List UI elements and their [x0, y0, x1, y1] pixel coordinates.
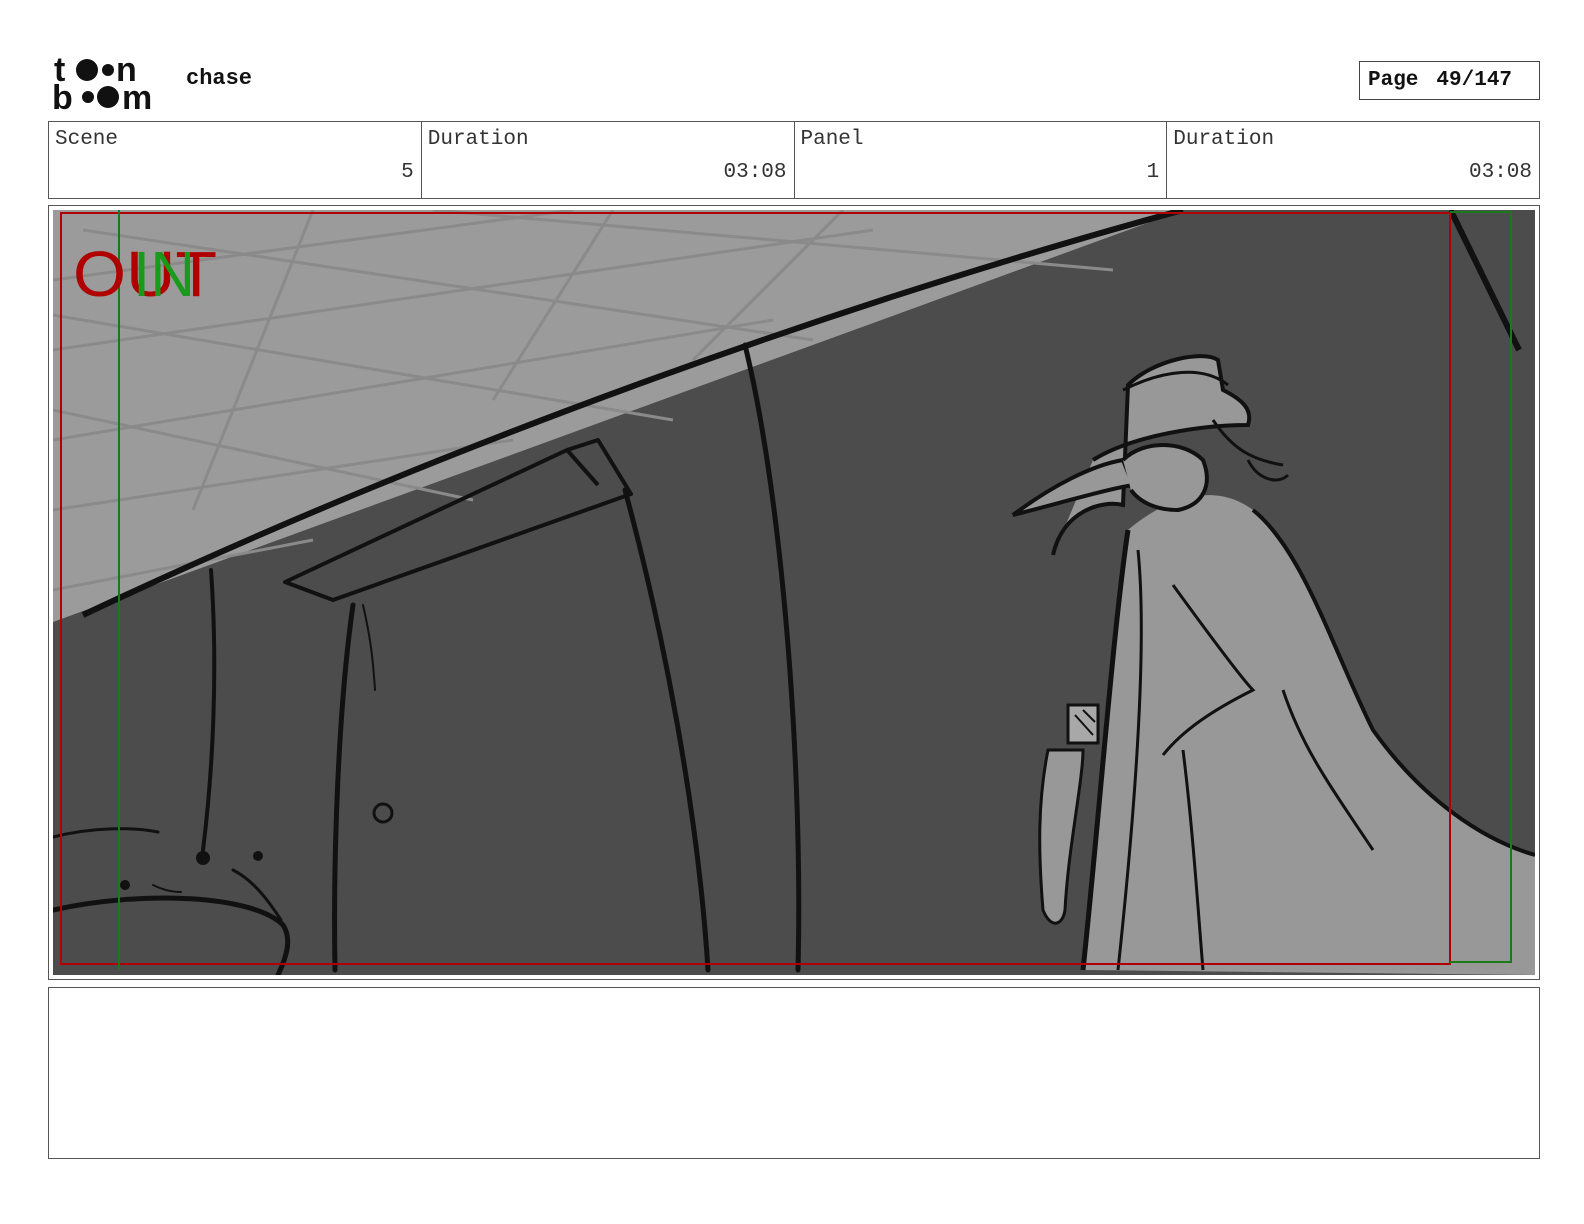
storyboard-panel-frame: OUT IN — [48, 205, 1540, 980]
in-marker: IN — [133, 238, 195, 310]
page-indicator: Page 49/147 — [1359, 61, 1540, 100]
scene-label: Scene — [55, 128, 119, 151]
page-label: Page — [1368, 69, 1419, 92]
scene-duration-label: Duration — [427, 128, 529, 151]
svg-text:b: b — [52, 79, 73, 112]
page-number: 49/147 — [1436, 69, 1513, 92]
scene-value: 5 — [401, 161, 414, 184]
panel-duration-value: 03:08 — [1468, 161, 1532, 184]
toon-boom-logo: t n b m — [52, 51, 164, 117]
scene-duration-value: 03:08 — [723, 161, 787, 184]
panel-cell: Panel 1 — [795, 122, 1168, 198]
scene-duration-cell: Duration 03:08 — [422, 122, 795, 198]
scene-info-row: Scene 5 Duration 03:08 Panel 1 Duration … — [48, 121, 1540, 199]
scene-cell: Scene 5 — [49, 122, 422, 198]
storyboard-panel-image: OUT IN — [53, 210, 1535, 975]
svg-text:m: m — [122, 79, 152, 112]
panel-notes-box[interactable] — [48, 987, 1540, 1159]
panel-duration-cell: Duration 03:08 — [1167, 122, 1539, 198]
panel-label: Panel — [800, 128, 864, 151]
project-title: chase — [186, 66, 253, 91]
panel-duration-label: Duration — [1173, 128, 1275, 151]
panel-value: 1 — [1146, 161, 1160, 184]
